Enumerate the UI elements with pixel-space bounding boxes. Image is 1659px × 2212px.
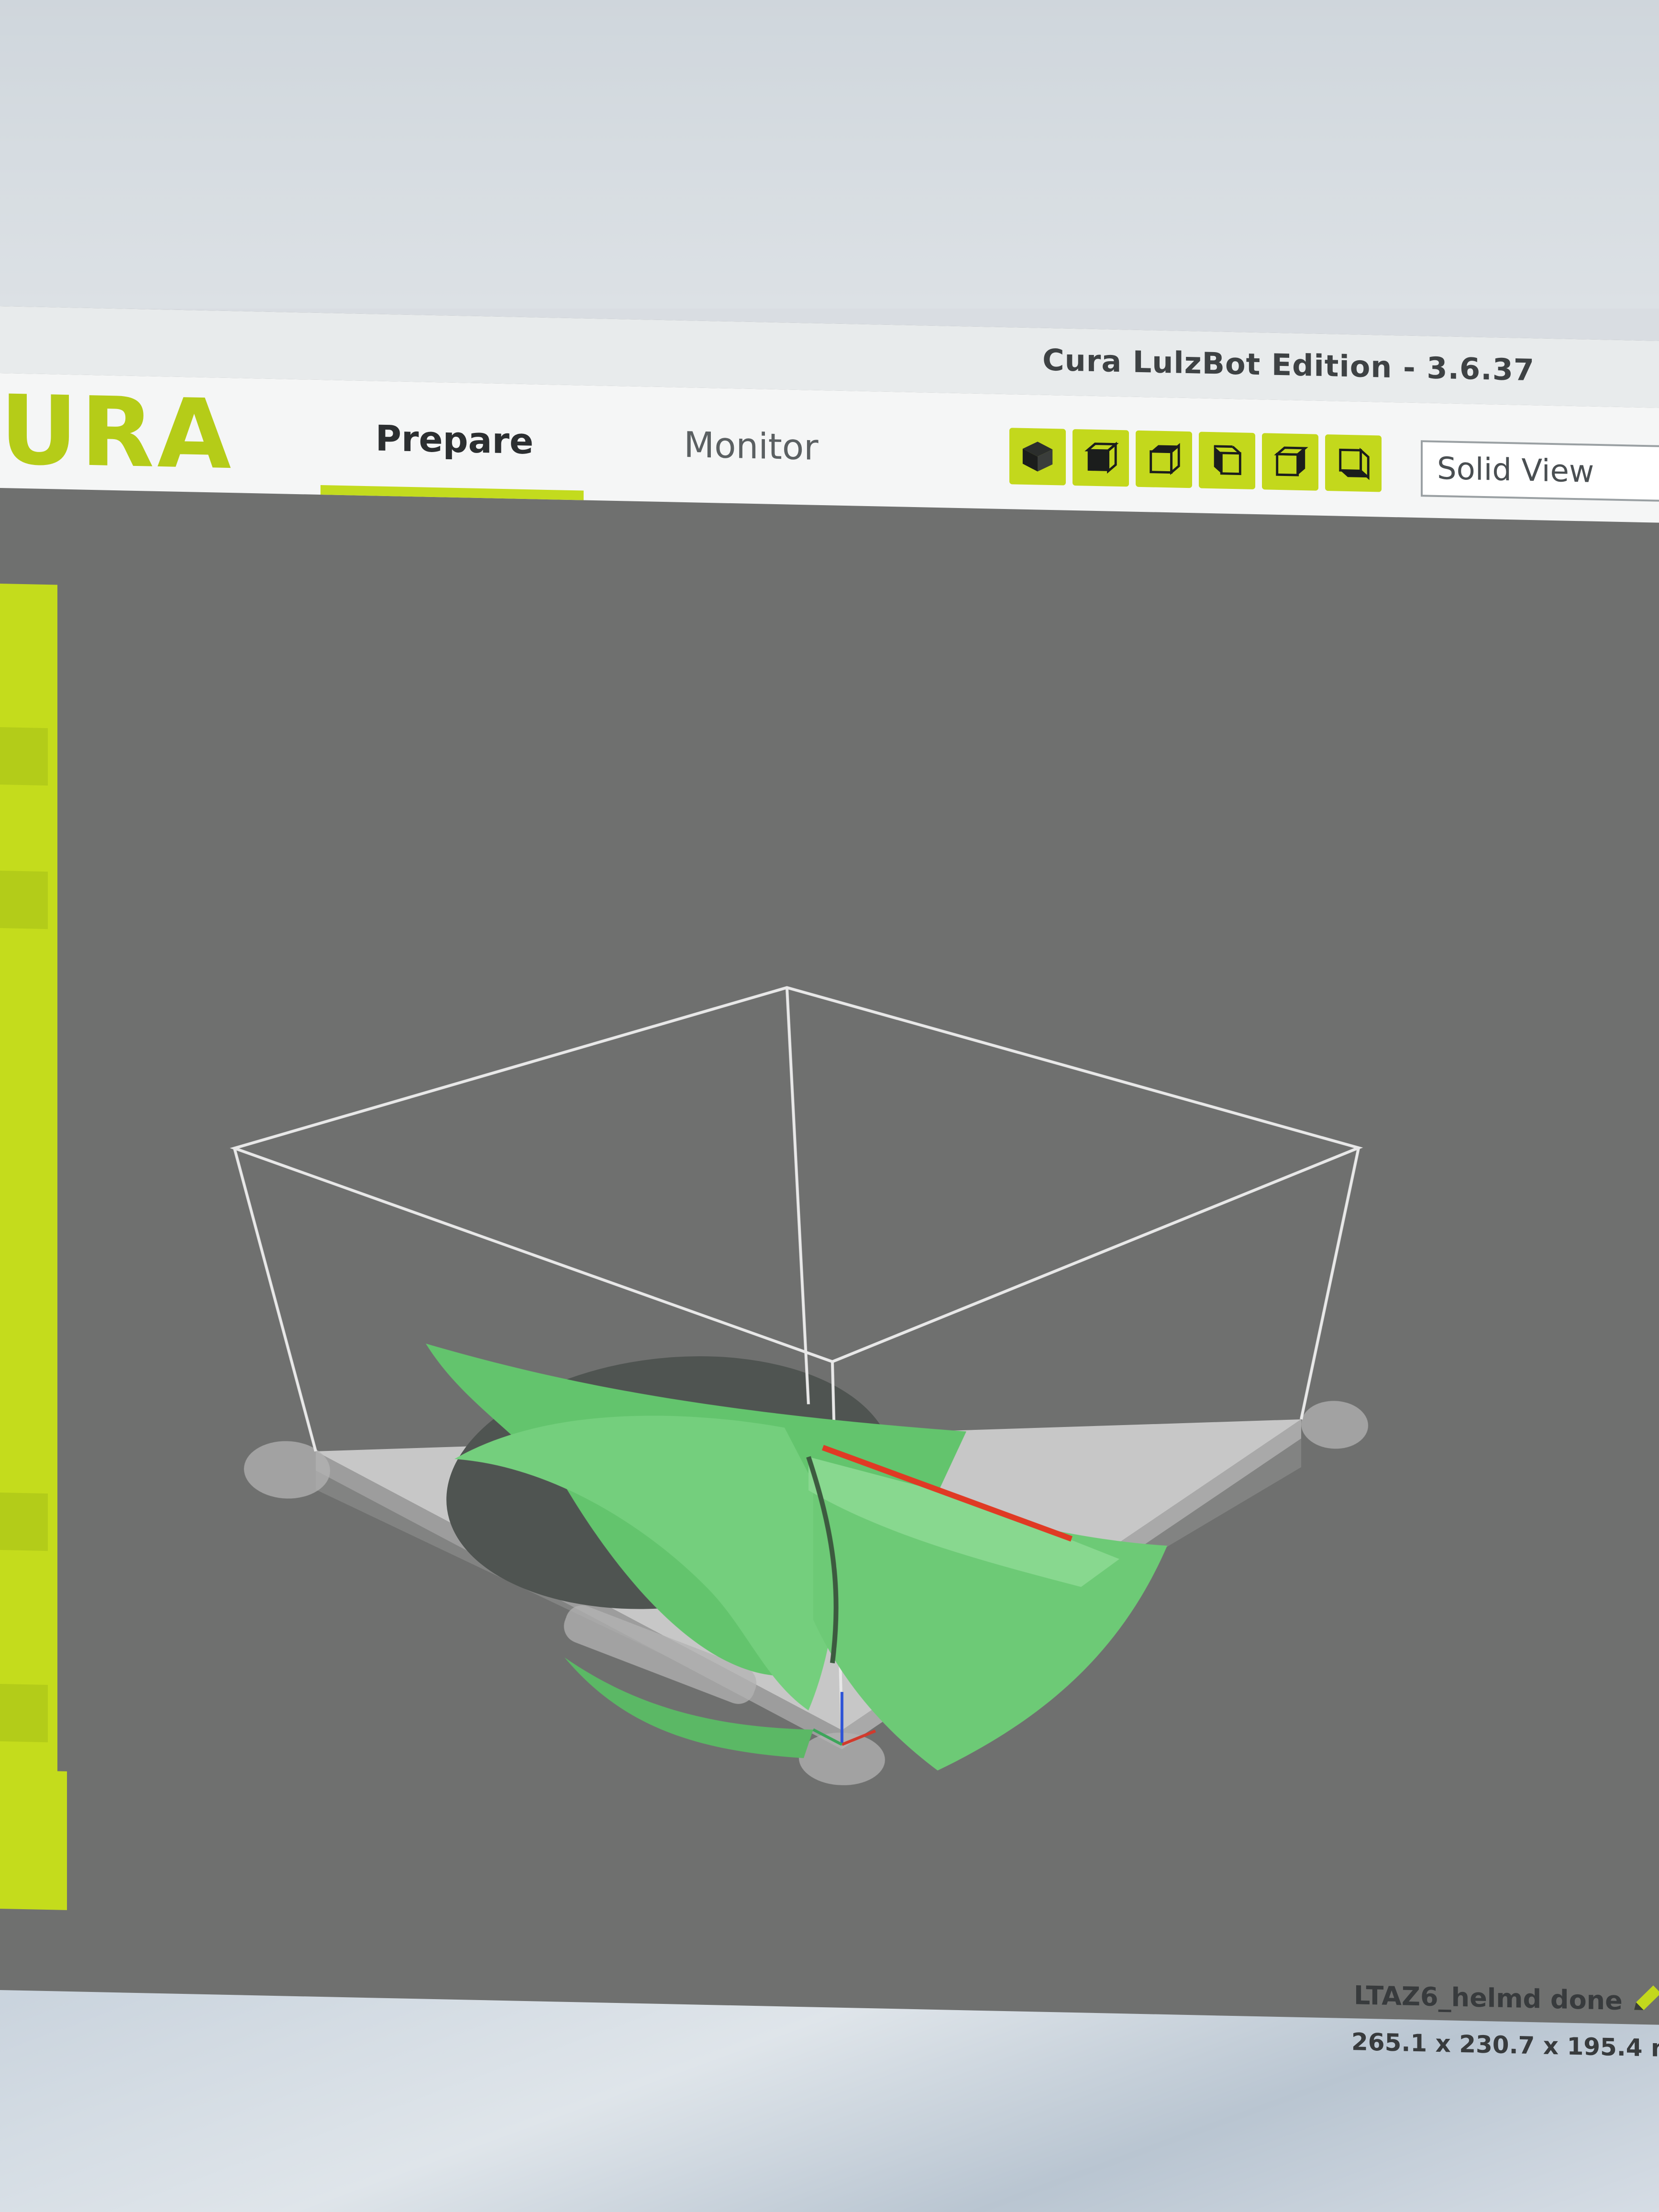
camera-view-toolbar (1009, 428, 1382, 492)
window-title: Cura LulzBot Edition - 3.6.37 (1042, 342, 1535, 388)
scale-tool-button[interactable] (0, 871, 48, 929)
per-model-settings-button[interactable] (0, 1770, 67, 1910)
bottom-view-icon (1339, 447, 1370, 480)
view-3d-button[interactable] (1009, 428, 1066, 486)
background-wall (0, 0, 1659, 309)
view-mode-select[interactable]: Solid View (1421, 440, 1659, 502)
tab-prepare[interactable]: Prepare (325, 409, 584, 471)
right-view-icon (1274, 446, 1308, 476)
left-view-icon (1214, 445, 1241, 476)
rotate-tool-button[interactable] (0, 1493, 48, 1551)
mirror-tool-button[interactable] (0, 1684, 48, 1743)
view-top-button[interactable] (1136, 430, 1192, 488)
view-left-button[interactable] (1199, 431, 1255, 489)
view-front-button[interactable] (1073, 429, 1129, 487)
pencil-icon[interactable] (1626, 1981, 1659, 2020)
top-view-icon (1150, 443, 1180, 475)
3d-view-icon (1022, 442, 1053, 472)
tab-monitor[interactable]: Monitor (670, 416, 832, 476)
job-name: LTAZ6_helmd done (1354, 1980, 1623, 2016)
front-view-icon (1084, 442, 1119, 474)
view-right-button[interactable] (1262, 433, 1318, 491)
monitor-screen: Cura LulzBot Edition - 3.6.37 URA Prepar… (0, 306, 1659, 2063)
3d-viewport[interactable] (0, 488, 1659, 2025)
view-bottom-button[interactable] (1325, 434, 1382, 492)
left-toolbar (0, 584, 57, 1867)
cura-logo: URA (0, 375, 234, 491)
move-tool-button[interactable] (0, 727, 48, 786)
